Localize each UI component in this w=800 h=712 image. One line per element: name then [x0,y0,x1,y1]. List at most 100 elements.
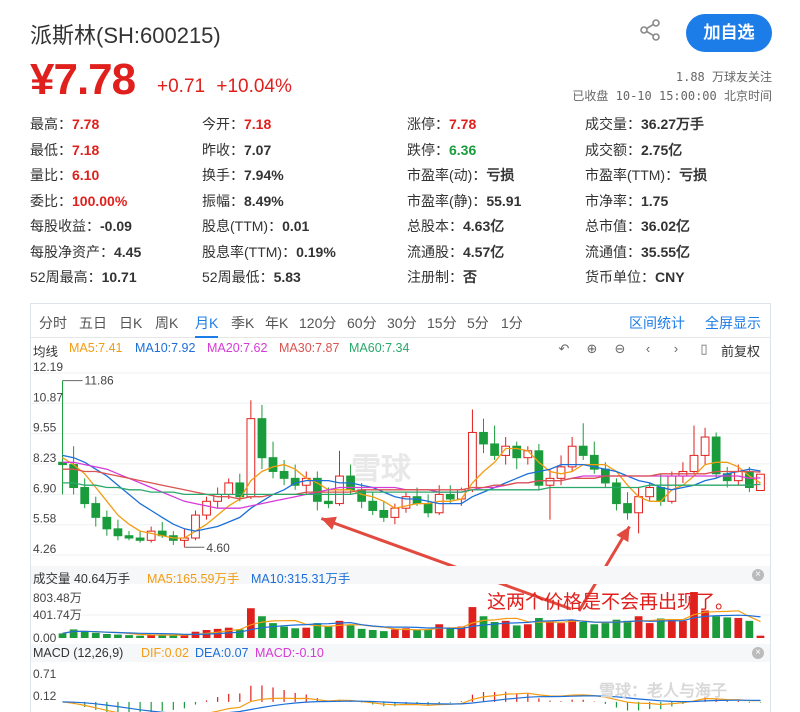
close-macd-icon[interactable]: × [752,647,764,659]
ma10-line [62,454,761,532]
stat-label: 市净率： [585,192,641,209]
volume-bar [701,610,709,638]
tab-8[interactable]: 60分 [347,313,377,333]
volume-bar [125,635,133,638]
tab-5[interactable]: 季K [231,313,254,333]
stat-label: 市盈率(TTM)： [585,167,680,183]
volume-bar [69,629,78,638]
stat-value: 7.18 [244,116,272,132]
stat-value: 6.36 [449,141,477,158]
macd-label: MACD (12,26,9) [33,646,124,660]
price-axis-label: 12.19 [33,360,63,374]
stat-label: 市盈率(静)： [407,192,487,209]
ma60-value: MA60:7.34 [349,341,410,355]
volume-bar [745,620,754,638]
close-volume-icon[interactable]: × [752,569,764,581]
share-icon[interactable] [636,16,666,44]
volume-bar [136,635,144,638]
volume-bar [712,616,721,638]
price-axis-label: 6.90 [33,481,57,495]
tab-9[interactable]: 30分 [387,313,417,333]
candle-body [468,431,477,491]
volume-axis-label: 0.00 [33,631,57,642]
candlestick-chart: 雪球 12.19 10.87 9.55 8.23 6.90 5.58 4.26 11.86 4.6… [31,360,770,612]
candle-body [268,457,278,472]
volume-bar [667,619,676,638]
scroll-left-icon[interactable]: ‹ [639,340,657,358]
stat-13: 振幅：8.49% [202,191,284,211]
tab-6[interactable]: 年K [265,313,288,333]
stat-value: 0.01 [282,218,310,234]
volume-bar [80,631,89,638]
stat-value: 1.75 [641,192,669,209]
volume-bar [114,634,122,638]
stat-value: 7.94% [244,167,284,183]
volume-bar [523,624,532,638]
tab-2[interactable]: 日K [119,313,142,333]
ma20-value: MA20:7.62 [207,341,268,355]
volume-bar [756,635,765,638]
stat-label: 52周最高： [30,269,102,285]
stat-value: 4.63亿 [463,218,505,234]
tab-4[interactable]: 月K [195,313,219,338]
fullscreen-link[interactable]: 全屏显示 [705,313,761,333]
stat-label: 总股本： [407,218,463,234]
candle-body [113,528,123,537]
volume-chart: 803.48万 401.74万 0.00 这两个价格是不会再出现了。 [31,591,770,642]
tab-7[interactable]: 120分 [299,313,336,333]
tab-11[interactable]: 5分 [467,313,489,333]
add-watchlist-button[interactable]: 加自选 [686,14,772,52]
macd-dif: DIF:0.02 [141,646,189,660]
undo-icon[interactable]: ↶ [555,340,573,358]
follower-info: 1.88 万球友关注 已收盘 10-10 15:00:00 北京时间 [572,68,772,106]
candle-body [545,477,555,486]
macd-value: MACD:-0.10 [255,646,324,660]
stat-value: 100.00% [72,192,128,209]
candle-body [135,537,145,541]
stat-25: 52周最低：5.83 [202,267,301,287]
tab-1[interactable]: 五日 [79,313,107,333]
high-marker-label: 11.86 [85,374,114,388]
stat-value: CNY [655,269,685,285]
stat-value: 亏损 [486,167,515,183]
volume-bar [346,625,355,638]
adjust-mode[interactable]: 前复权 [721,341,760,360]
candle-type-icon[interactable]: ▯ [695,340,713,358]
tab-3[interactable]: 周K [155,313,178,333]
volume-bar [723,617,732,638]
stat-label: 股息(TTM)： [202,218,283,234]
tab-0[interactable]: 分时 [39,313,67,333]
stat-10: 市盈率(动)：亏损 [407,165,514,185]
stat-0: 最高：7.78 [30,114,99,134]
volume-bar [413,629,421,638]
candle-body [634,496,643,514]
stat-label: 每股净资产： [30,243,114,260]
stat-11: 市盈率(TTM)：亏损 [585,165,707,185]
stat-14: 市盈率(静)：55.91 [407,191,521,211]
stat-17: 股息(TTM)：0.01 [202,216,309,236]
volume-bar [590,624,599,638]
zoom-out-icon[interactable]: ⊖ [611,340,629,358]
stat-label: 量比： [30,167,72,183]
macd-legend: MACD (12,26,9) DIF:0.02 DEA:0.07 MACD:-0… [31,644,770,662]
zoom-in-icon[interactable]: ⊕ [583,340,601,358]
ma5-value: MA5:7.41 [69,341,123,355]
footer-watermark: 雪球：老人与海子 [599,681,727,700]
ma10-value: MA10:7.92 [135,341,196,355]
volume-bar [568,620,577,638]
candle-body [567,445,577,468]
candle-body [279,470,289,479]
candle-body [379,509,389,518]
stat-value: 36.02亿 [641,218,691,234]
change-percent: +10.04% [216,76,292,97]
tab-12[interactable]: 1分 [501,313,523,333]
ma30-value: MA30:7.87 [279,341,340,355]
candle-body [213,493,223,502]
chart-watermark: 雪球 [351,453,412,486]
scroll-right-icon[interactable]: › [667,340,685,358]
tab-10[interactable]: 15分 [427,313,457,333]
stat-26: 注册制：否 [407,267,477,287]
volume-ma5-line [62,610,761,636]
interval-stats-link[interactable]: 区间统计 [629,313,685,333]
candle-body [202,500,211,516]
